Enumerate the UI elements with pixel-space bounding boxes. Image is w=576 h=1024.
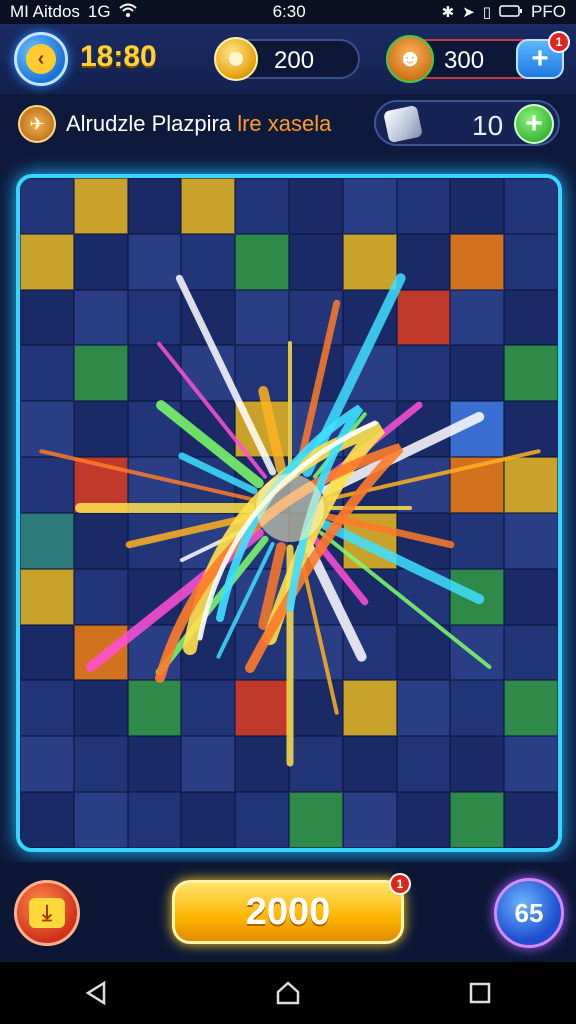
level-info: ✈ Alrudzle Plazpira lre xasela [18,104,331,144]
light-ray [319,530,492,669]
level-title-accent: lre xasela [237,111,332,136]
add-heroes-button[interactable]: + 1 [516,31,570,79]
top-bar: ‹ 18:80 200 ☻ 300 + 1 [0,24,576,94]
light-burst-effect [39,273,541,767]
back-button[interactable]: ‹ [14,32,68,86]
chevron-left-icon: ‹ [26,44,56,74]
level-title-main: Alrudzle Plazpira [66,111,232,136]
hero-counter: ☻ 300 + 1 [386,31,570,83]
notification-badge: 1 [548,31,570,53]
hero-value: 300 [444,47,485,74]
level-title: Alrudzle Plazpira lre xasela [66,111,331,137]
coin-counter: 200 [214,37,360,81]
light-ray [175,274,277,476]
moves-counter-button[interactable]: 65 [494,878,564,948]
square-recents-icon [469,982,491,1004]
puzzle-board[interactable] [16,174,562,852]
moves-value: 65 [514,897,544,928]
clock: 6:30 [272,2,306,21]
hero-avatar-icon: ☻ [386,35,434,83]
carrier-label: MI Aitdos [10,2,80,21]
vibrate-icon: ▯ [482,4,492,21]
bluetooth-icon: ✱ [441,4,455,21]
system-navigation-bar [0,962,576,1024]
nav-back-button[interactable] [66,973,126,1013]
status-bar: MI Aitdos 1G 6:30 ✱ ➤ ▯ PFO [0,0,576,24]
add-gems-button[interactable]: + [514,104,554,144]
download-button[interactable]: ⤓ [14,880,80,946]
coin-value: 200 [274,47,315,74]
score-notification-badge: 1 [389,873,411,895]
gem-value: 10 [472,110,504,141]
plane-icon: ✈ [18,105,56,143]
battery-label: PFO [531,2,566,21]
nav-home-button[interactable] [258,973,318,1013]
score-value: 2000 [245,890,331,933]
home-icon [276,981,300,1005]
battery-icon [499,4,523,21]
nav-recents-button[interactable] [450,973,510,1013]
coin-icon [214,37,258,81]
network-label: 1G [87,2,111,21]
location-icon: ➤ [462,4,475,21]
gem-counter: 10 + [374,100,560,146]
wifi-icon [118,3,137,21]
download-icon: ⤓ [29,898,65,928]
bottom-bar: ⤓ 2000 1 65 [0,862,576,962]
timer: 18:80 [80,40,157,73]
score-button[interactable]: 2000 1 [172,873,411,944]
burst-core [256,474,324,542]
triangle-back-icon [85,981,106,1005]
gem-icon [383,104,423,144]
